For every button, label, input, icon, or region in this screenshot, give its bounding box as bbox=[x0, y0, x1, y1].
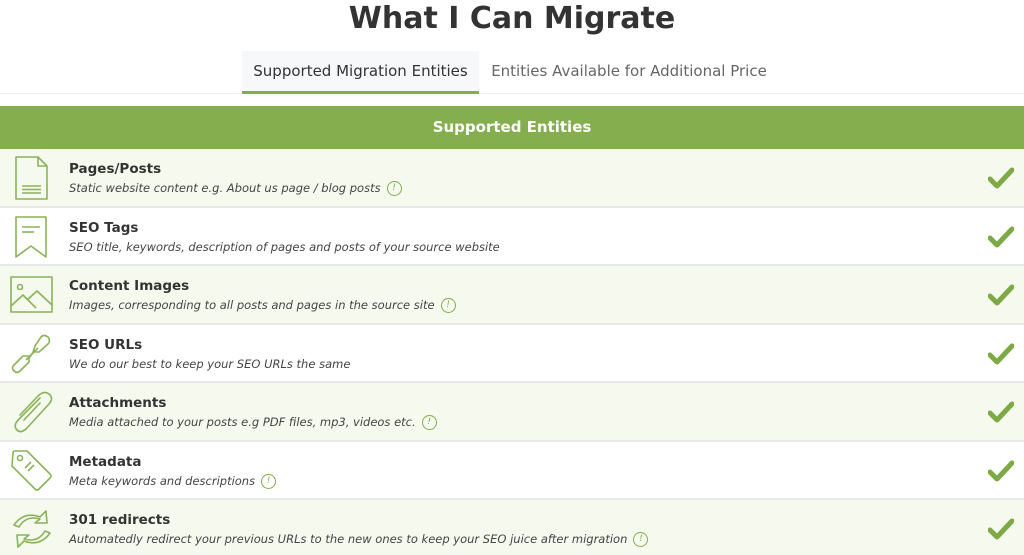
entity-title: SEO Tags bbox=[69, 219, 139, 236]
checkmark-icon bbox=[988, 343, 1014, 364]
checkmark-icon bbox=[988, 460, 1014, 481]
paperclip-icon bbox=[10, 390, 54, 434]
entity-title: Content Images bbox=[69, 278, 190, 294]
checkmark-icon bbox=[988, 167, 1014, 189]
table-row: Pages/Posts Static website content e.g. … bbox=[0, 149, 1024, 208]
entity-description: Images, corresponding to all posts and p… bbox=[69, 298, 456, 313]
table-row: SEO Tags SEO title, keywords, descriptio… bbox=[0, 207, 1024, 266]
checkmark-icon bbox=[988, 284, 1014, 306]
description-text: Media attached to your posts e.g PDF fil… bbox=[69, 415, 416, 429]
info-icon[interactable]: ! bbox=[421, 415, 437, 430]
entity-description: SEO title, keywords, description of page… bbox=[69, 240, 500, 254]
table-row: Content Images Images, corresponding to … bbox=[0, 266, 1024, 325]
description-text: Images, corresponding to all posts and p… bbox=[69, 298, 435, 312]
tag-icon bbox=[10, 449, 54, 493]
info-icon[interactable]: ! bbox=[440, 298, 456, 313]
entity-description: Automatedly redirect your previous URLs … bbox=[69, 532, 649, 547]
entity-title: 301 redirects bbox=[69, 512, 171, 528]
supported-entities-table: Supported Entities Pages/Posts Static we… bbox=[0, 106, 1024, 555]
entity-title: Pages/Posts bbox=[69, 161, 162, 177]
table-row: Metadata Meta keywords and descriptions! bbox=[0, 441, 1024, 500]
tab-entities-additional-price[interactable]: Entities Available for Additional Price bbox=[486, 51, 772, 94]
table-row: 301 redirects Automatedly redirect your … bbox=[0, 500, 1024, 555]
document-icon bbox=[10, 156, 54, 200]
description-text: SEO title, keywords, description of page… bbox=[69, 239, 500, 254]
entity-description: Meta keywords and descriptions! bbox=[69, 473, 277, 489]
checkmark-icon bbox=[988, 518, 1014, 540]
entity-description: Media attached to your posts e.g PDF fil… bbox=[69, 415, 437, 430]
info-icon[interactable]: ! bbox=[261, 473, 277, 489]
table-row: Attachments Media attached to your posts… bbox=[0, 383, 1024, 442]
checkmark-icon bbox=[988, 401, 1014, 423]
table-row: SEO URLs We do our best to keep your SEO… bbox=[0, 324, 1024, 383]
table-header: Supported Entities bbox=[0, 106, 1024, 149]
entity-title: Metadata bbox=[69, 453, 142, 470]
description-text: Meta keywords and descriptions bbox=[69, 473, 256, 488]
entity-title: SEO URLs bbox=[69, 336, 143, 353]
entity-description: We do our best to keep your SEO URLs the… bbox=[69, 357, 350, 371]
bookmark-icon bbox=[10, 215, 54, 259]
tab-bar: Supported Migration Entities Entities Av… bbox=[0, 51, 1024, 94]
info-icon[interactable]: ! bbox=[386, 181, 402, 196]
redirect-icon bbox=[10, 507, 54, 551]
page-title: What I Can Migrate bbox=[348, 1, 676, 36]
tab-supported-migration-entities[interactable]: Supported Migration Entities bbox=[242, 51, 479, 94]
description-text: Automatedly redirect your previous URLs … bbox=[69, 532, 628, 546]
link-icon bbox=[10, 332, 54, 376]
image-icon bbox=[10, 273, 54, 317]
entity-title: Attachments bbox=[69, 395, 167, 411]
entity-description: Static website content e.g. About us pag… bbox=[69, 181, 402, 196]
checkmark-icon bbox=[988, 226, 1014, 247]
description-text: Static website content e.g. About us pag… bbox=[69, 181, 381, 195]
description-text: We do our best to keep your SEO URLs the… bbox=[69, 356, 351, 371]
info-icon[interactable]: ! bbox=[633, 532, 649, 547]
